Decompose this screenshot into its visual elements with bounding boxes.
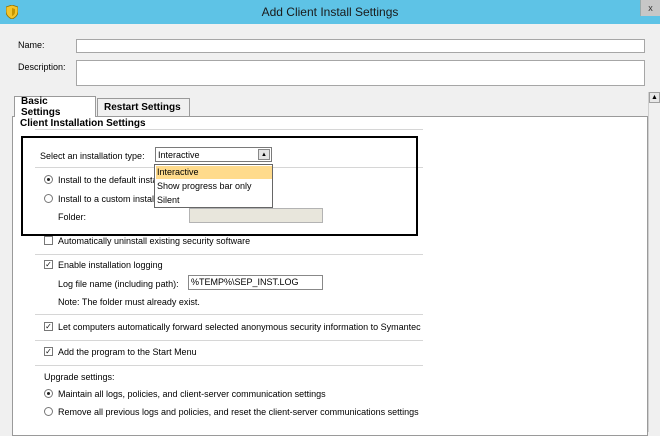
name-label: Name: [18,40,45,50]
log-file-input[interactable]: %TEMP%\SEP_INST.LOG [188,275,323,290]
chevron-up-icon: ▲ [651,94,658,101]
divider [35,129,423,130]
note-text: Note: The folder must already exist. [58,297,200,307]
install-custom-radio[interactable] [44,194,53,203]
remove-logs-label: Remove all previous logs and policies, a… [58,407,419,417]
enable-logging-label: Enable installation logging [58,260,163,270]
dropdown-button[interactable]: ▲ [258,149,270,160]
settings-panel [12,116,648,436]
install-default-label: Install to the default insta [58,175,158,185]
auto-uninstall-checkbox[interactable] [44,236,53,245]
install-type-label: Select an installation type: [40,151,145,161]
install-custom-label: Install to a custom install [58,194,157,204]
maintain-logs-radio[interactable] [44,389,53,398]
dropdown-option-interactive[interactable]: Interactive [156,166,272,179]
vertical-scrollbar[interactable]: ▲ [648,92,660,432]
forward-info-checkbox[interactable]: ✓ [44,322,53,331]
install-type-value: Interactive [158,150,200,160]
install-type-dropdown[interactable]: Interactive Show progress bar only Silen… [154,164,273,208]
group-title: Client Installation Settings [20,118,146,129]
shield-icon [6,5,18,19]
scroll-up-button[interactable]: ▲ [649,92,660,103]
name-input[interactable] [76,39,645,53]
title-bar: Add Client Install Settings x [0,0,660,24]
close-button[interactable]: x [640,0,660,16]
tab-basic-settings[interactable]: Basic Settings [14,96,96,118]
tab-restart-settings[interactable]: Restart Settings [97,98,190,116]
start-menu-label: Add the program to the Start Menu [58,347,197,357]
enable-logging-checkbox[interactable]: ✓ [44,260,53,269]
divider [35,254,423,255]
dropdown-option-silent[interactable]: Silent [156,194,272,207]
auto-uninstall-label: Automatically uninstall existing securit… [58,236,251,246]
maintain-logs-label: Maintain all logs, policies, and client-… [58,389,326,399]
start-menu-checkbox[interactable]: ✓ [44,347,53,356]
window-title: Add Client Install Settings [261,5,399,19]
divider [35,340,423,341]
divider [35,365,423,366]
description-label: Description: [18,62,66,72]
remove-logs-radio[interactable] [44,407,53,416]
install-default-radio[interactable] [44,175,53,184]
folder-input [189,208,323,223]
chevron-up-icon: ▲ [261,151,267,158]
forward-info-label: Let computers automatically forward sele… [58,322,421,332]
install-type-select[interactable]: Interactive ▲ [155,147,272,162]
description-input[interactable] [76,60,645,86]
close-icon: x [648,3,653,13]
folder-label: Folder: [58,212,87,222]
log-file-label: Log file name (including path): [58,279,179,289]
divider [35,314,423,315]
upgrade-label: Upgrade settings: [44,372,115,382]
dropdown-option-progress[interactable]: Show progress bar only [156,180,272,193]
